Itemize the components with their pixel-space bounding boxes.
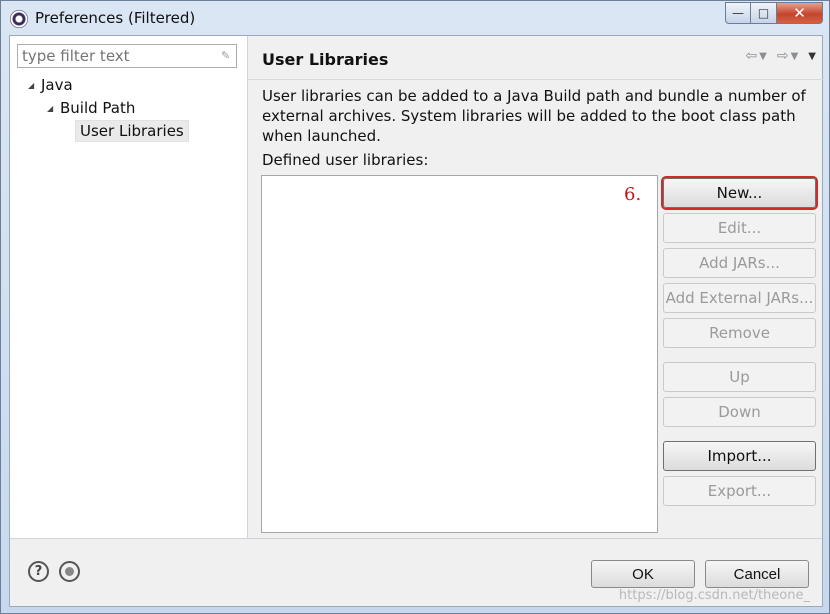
title-bar[interactable]: Preferences (Filtered) — □ ✕ [1,1,829,35]
record-dot [65,567,74,576]
tree-item-user-libraries[interactable]: User Libraries [75,120,189,142]
window-title: Preferences (Filtered) [35,9,196,27]
page-navigation: ⇦ ▼ ⇨ ▼ ▼ [745,48,824,64]
view-menu-icon[interactable]: ▼ [808,51,816,64]
clear-filter-icon[interactable]: ✎ [221,49,231,63]
bottom-separator [10,538,822,539]
back-arrow-icon[interactable]: ⇦ [745,48,757,64]
export-button[interactable]: Export... [663,476,816,506]
new-button[interactable]: New... [663,178,816,208]
eclipse-app-icon [10,10,28,28]
page-description: User libraries can be added to a Java Bu… [262,87,806,145]
watermark: https://blog.csdn.net/theone_ [618,588,810,603]
up-button[interactable]: Up [663,362,816,392]
record-icon[interactable] [59,561,80,582]
import-button[interactable]: Import... [663,441,816,471]
help-icon[interactable]: ? [28,561,49,582]
user-libraries-list[interactable] [261,175,658,533]
defined-libraries-label: Defined user libraries: [262,151,429,169]
preference-page: User Libraries ⇦ ▼ ⇨ ▼ ▼ User libraries … [248,36,824,538]
expanded-triangle-icon[interactable]: ◢ [47,104,53,113]
preference-tree-pane: ✎ ◢ Java ◢ Build Path User Libraries [10,36,248,538]
maximize-button[interactable]: □ [751,2,777,24]
preferences-window: Preferences (Filtered) — □ ✕ ✎ ◢ Java ◢ … [0,0,830,614]
remove-button[interactable]: Remove [663,318,816,348]
forward-arrow-icon[interactable]: ⇨ [777,48,789,64]
ok-button[interactable]: OK [591,560,695,588]
add-external-jars-button[interactable]: Add External JARs... [663,283,816,313]
page-title: User Libraries [262,50,389,69]
edit-button[interactable]: Edit... [663,213,816,243]
header-separator [248,79,824,80]
tree-item-java[interactable]: Java [41,76,73,94]
window-controls: — □ ✕ [725,2,823,24]
expanded-triangle-icon[interactable]: ◢ [28,81,34,90]
cancel-button[interactable]: Cancel [705,560,809,588]
add-jars-button[interactable]: Add JARs... [663,248,816,278]
dialog-client-area: ✎ ◢ Java ◢ Build Path User Libraries Use… [9,35,824,607]
tree-item-build-path[interactable]: Build Path [60,99,135,117]
filter-box[interactable]: ✎ [17,44,237,68]
down-button[interactable]: Down [663,397,816,427]
chevron-down-icon[interactable]: ▼ [791,51,799,64]
minimize-button[interactable]: — [725,2,751,24]
close-button[interactable]: ✕ [777,2,823,24]
chevron-down-icon[interactable]: ▼ [759,51,767,64]
step-annotation: 6. [624,184,642,205]
filter-input[interactable] [22,47,212,65]
